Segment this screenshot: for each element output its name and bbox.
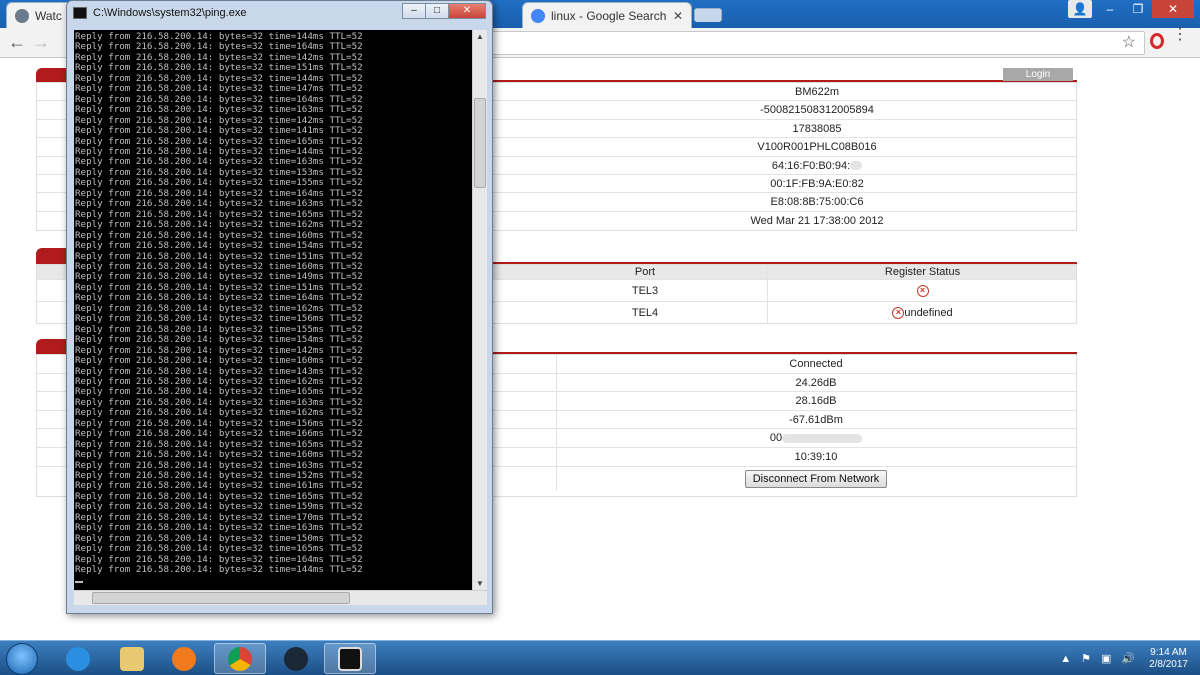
scroll-up-arrow-icon[interactable]: ▲: [476, 32, 484, 41]
port-column-header: Port: [634, 266, 656, 278]
tab-close-icon[interactable]: ✕: [673, 9, 683, 23]
watch-tab-favicon-icon: [15, 8, 29, 23]
bsid-value: 00: [769, 432, 783, 445]
minimize-button[interactable]: –: [1096, 0, 1124, 18]
internet-explorer-icon: [66, 646, 90, 671]
console-close-button[interactable]: ✕: [448, 3, 486, 19]
chrome-icon: [228, 646, 252, 671]
serial-value: 17838085: [792, 122, 842, 135]
error-x-icon: ×: [892, 307, 905, 320]
console-app-icon: [73, 7, 87, 19]
port-name: TEL3: [631, 285, 659, 297]
horizontal-scrollbar[interactable]: [74, 590, 487, 605]
ping-console-window[interactable]: C:\Windows\system32\ping.exe – □ ✕ Reply…: [66, 0, 493, 614]
mac-address-value: 64:16:F0:B0:94:: [771, 159, 851, 172]
clock-time: 9:14 AM: [1150, 646, 1187, 658]
system-clock[interactable]: 9:14 AM 2/8/2017: [1149, 647, 1188, 671]
volume-icon[interactable]: 🔊: [1121, 652, 1135, 665]
tab-linux-search[interactable]: linux - Google Search ✕: [522, 2, 692, 28]
ping-reply-line: Reply from 216.58.200.14: bytes=32 time=…: [75, 355, 363, 367]
console-icon: [338, 646, 362, 671]
horizontal-scroll-thumb[interactable]: [92, 592, 350, 604]
back-arrow-icon[interactable]: ←: [8, 32, 26, 53]
connection-status-value: Connected: [789, 358, 843, 370]
console-minimize-button[interactable]: –: [402, 3, 426, 19]
forward-arrow-icon[interactable]: →: [32, 32, 50, 53]
console-maximize-button[interactable]: □: [425, 3, 449, 19]
google-favicon-icon: [531, 8, 545, 23]
vertical-scroll-thumb[interactable]: [474, 98, 486, 188]
show-hidden-icons-arrow-icon[interactable]: ▲: [1060, 653, 1071, 665]
register-status-value: undefined: [904, 307, 953, 319]
media-player-icon: [172, 646, 196, 671]
mac-address-3-value: E8:08:8B:75:00:C6: [770, 196, 864, 209]
firmware-value: V100R001PHLC08B016: [757, 141, 877, 154]
bookmark-star-icon[interactable]: ☆: [1122, 32, 1136, 52]
scroll-down-arrow-icon[interactable]: ▼: [476, 579, 484, 588]
tab-watch-label: Watc: [35, 8, 62, 23]
connection-time-value: 10:39:10: [794, 450, 838, 463]
ping-reply-line: Reply from 216.58.200.14: bytes=32 time=…: [75, 449, 363, 461]
close-button[interactable]: ✕: [1152, 0, 1194, 18]
error-x-icon: ×: [916, 285, 929, 298]
ping-reply-line: Reply from 216.58.200.14: bytes=32 time=…: [75, 125, 363, 137]
internet-explorer-taskbar-button[interactable]: [52, 643, 104, 674]
tab-linux-search-label: linux - Google Search: [551, 8, 667, 23]
media-player-taskbar-button[interactable]: [158, 643, 210, 674]
new-tab-button[interactable]: [694, 8, 722, 22]
folder-icon: [120, 646, 144, 671]
system-time-value: Wed Mar 21 17:38:00 2012: [750, 214, 884, 227]
chrome-taskbar-button[interactable]: [214, 643, 266, 674]
steam-icon: [284, 646, 308, 671]
device-name-value: BM622m: [794, 86, 840, 98]
user-profile-icon[interactable]: 👤: [1068, 0, 1092, 18]
action-center-flag-icon[interactable]: ⚑: [1081, 652, 1091, 665]
register-status-column-header: Register Status: [767, 265, 1077, 279]
browser-window-controls: 👤 – ❐ ✕: [1068, 0, 1194, 18]
console-window-controls: – □ ✕: [402, 3, 486, 19]
windows-taskbar: ▲ ⚑ ▣ 🔊 9:14 AM 2/8/2017: [0, 640, 1200, 675]
ping-reply-line: Reply from 216.58.200.14: bytes=32 time=…: [75, 564, 363, 576]
login-button[interactable]: Login: [1003, 68, 1073, 81]
cinr-value: 28.16dB: [795, 395, 837, 408]
opera-extension-icon[interactable]: [1150, 33, 1164, 49]
cmd-taskbar-button[interactable]: [324, 643, 376, 674]
mac-address-2-value: 00:1F:FB:9A:E0:82: [770, 177, 864, 190]
network-icon[interactable]: ▣: [1101, 652, 1111, 665]
vertical-scrollbar[interactable]: ▲ ▼: [472, 30, 487, 590]
port-name: TEL4: [631, 307, 659, 319]
address-bar[interactable]: [490, 31, 1145, 55]
console-output[interactable]: Reply from 216.58.200.14: bytes=32 time=…: [74, 30, 472, 590]
console-cursor: [75, 580, 83, 583]
redacted-blur: [782, 433, 863, 443]
ping-reply-line: Reply from 216.58.200.14: bytes=32 time=…: [75, 240, 363, 252]
snr-value: 24.26dB: [795, 376, 837, 389]
steam-taskbar-button[interactable]: [270, 643, 322, 674]
redacted-blur: [850, 161, 863, 171]
restore-button[interactable]: ❐: [1124, 0, 1152, 18]
file-explorer-taskbar-button[interactable]: [106, 643, 158, 674]
clock-date: 2/8/2017: [1149, 658, 1188, 670]
imei-value: -500821508312005894: [760, 104, 874, 117]
console-window-title: C:\Windows\system32\ping.exe: [93, 7, 247, 19]
system-tray: ▲ ⚑ ▣ 🔊 9:14 AM 2/8/2017: [1060, 641, 1188, 675]
chrome-menu-icon[interactable]: ⋮: [1172, 27, 1188, 43]
rssi-value: -67.61dBm: [789, 413, 843, 426]
start-button[interactable]: [6, 643, 38, 675]
disconnect-button[interactable]: Disconnect From Network: [744, 469, 888, 488]
